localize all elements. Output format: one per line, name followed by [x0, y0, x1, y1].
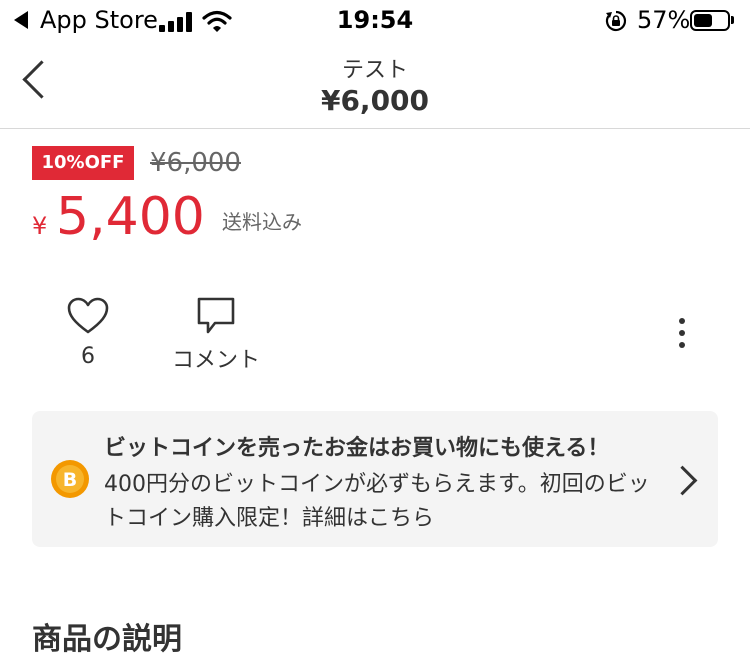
- battery-icon: [690, 10, 730, 31]
- bitcoin-coin-icon: B: [51, 460, 89, 498]
- battery-level-fill: [694, 14, 712, 27]
- coin-letter: B: [63, 469, 77, 491]
- item-description-heading: 商品の説明: [32, 622, 182, 657]
- original-price: ¥6,000: [150, 148, 241, 178]
- sale-price: 5,400: [56, 187, 205, 247]
- heart-icon[interactable]: [66, 296, 110, 336]
- rotation-lock-icon: [605, 10, 627, 32]
- more-options-icon[interactable]: [676, 318, 688, 348]
- battery-percentage: 57%: [637, 6, 691, 34]
- product-name: テスト: [341, 58, 408, 83]
- header-divider: [0, 128, 750, 129]
- comment-bubble-icon[interactable]: [196, 296, 236, 336]
- discount-badge: 10%OFF: [32, 146, 134, 180]
- comment-button[interactable]: コメント: [168, 342, 264, 374]
- promo-title: ビットコインを売ったお金はお買い物にも使える！: [104, 436, 610, 461]
- shipping-included-note: 送料込み: [222, 210, 302, 234]
- status-bar: App Store 19:54 57%: [0, 0, 750, 42]
- battery-tip: [731, 16, 734, 24]
- header-price: ¥6,000: [320, 84, 430, 117]
- yen-symbol: ¥: [32, 212, 48, 240]
- promo-body: 400円分のビットコインが必ずもらえます。初回のビットコイン購入限定！詳細はこち…: [104, 472, 650, 531]
- like-count[interactable]: 6: [66, 344, 110, 369]
